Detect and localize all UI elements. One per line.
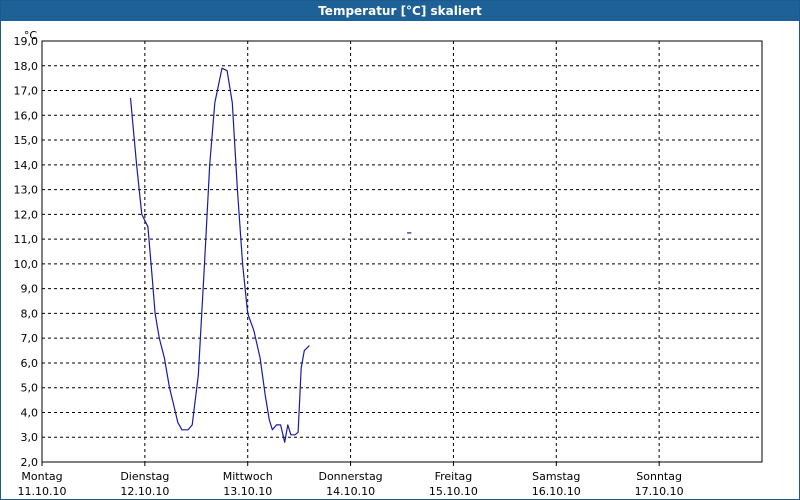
y-tick-label: 5,0 [21, 382, 39, 395]
x-tick-day: Mittwoch [223, 470, 273, 483]
temperature-series-line [129, 67, 310, 443]
y-tick-label: 9,0 [21, 283, 39, 296]
y-tick-label: 16,0 [14, 109, 39, 122]
y-axis-label: °C [24, 29, 38, 42]
y-tick-label: 18,0 [14, 60, 39, 73]
y-tick-label: 15,0 [14, 134, 39, 147]
x-tick-day: Montag [21, 470, 62, 483]
x-tick-day: Samstag [532, 470, 580, 483]
x-tick-date: 11.10.10 [18, 485, 67, 498]
y-tick-label: 6,0 [21, 357, 39, 370]
x-tick-day: Sonntag [636, 470, 682, 483]
x-tick-day: Donnerstag [318, 470, 382, 483]
chart-title: Temperatur [°C] skaliert [1, 1, 799, 21]
chart-window: Temperatur [°C] skaliert 2,0 3,0 4,0 5,0 6,0… [0, 0, 800, 500]
x-tick-date: 15.10.10 [429, 485, 478, 498]
y-tick-label: 8,0 [21, 307, 39, 320]
y-tick-label: 4,0 [21, 406, 39, 419]
y-tick-label: 14,0 [14, 159, 39, 172]
y-tick-label: 12,0 [14, 208, 39, 221]
x-tick-date: 13.10.10 [223, 485, 272, 498]
y-tick-label: 17,0 [14, 85, 39, 98]
x-tick-date: 12.10.10 [120, 485, 169, 498]
y-tick-label: 7,0 [21, 332, 39, 345]
y-tick-label: 2,0 [21, 456, 39, 469]
x-tick-date: 14.10.10 [326, 485, 375, 498]
x-tick-day: Freitag [435, 470, 473, 483]
y-tick-label: 11,0 [14, 233, 39, 246]
x-tick-date: 17.10.10 [635, 485, 684, 498]
y-tick-label: 10,0 [14, 258, 39, 271]
x-tick-day: Dienstag [120, 470, 169, 483]
y-tick-label: 3,0 [21, 431, 39, 444]
temperature-chart: 2,0 3,0 4,0 5,0 6,0 7,0 8,0 9,0 10,0 11,0 12,0 13,0… [14, 29, 763, 498]
x-tick-date: 16.10.10 [532, 485, 581, 498]
y-tick-label: 13,0 [14, 184, 39, 197]
